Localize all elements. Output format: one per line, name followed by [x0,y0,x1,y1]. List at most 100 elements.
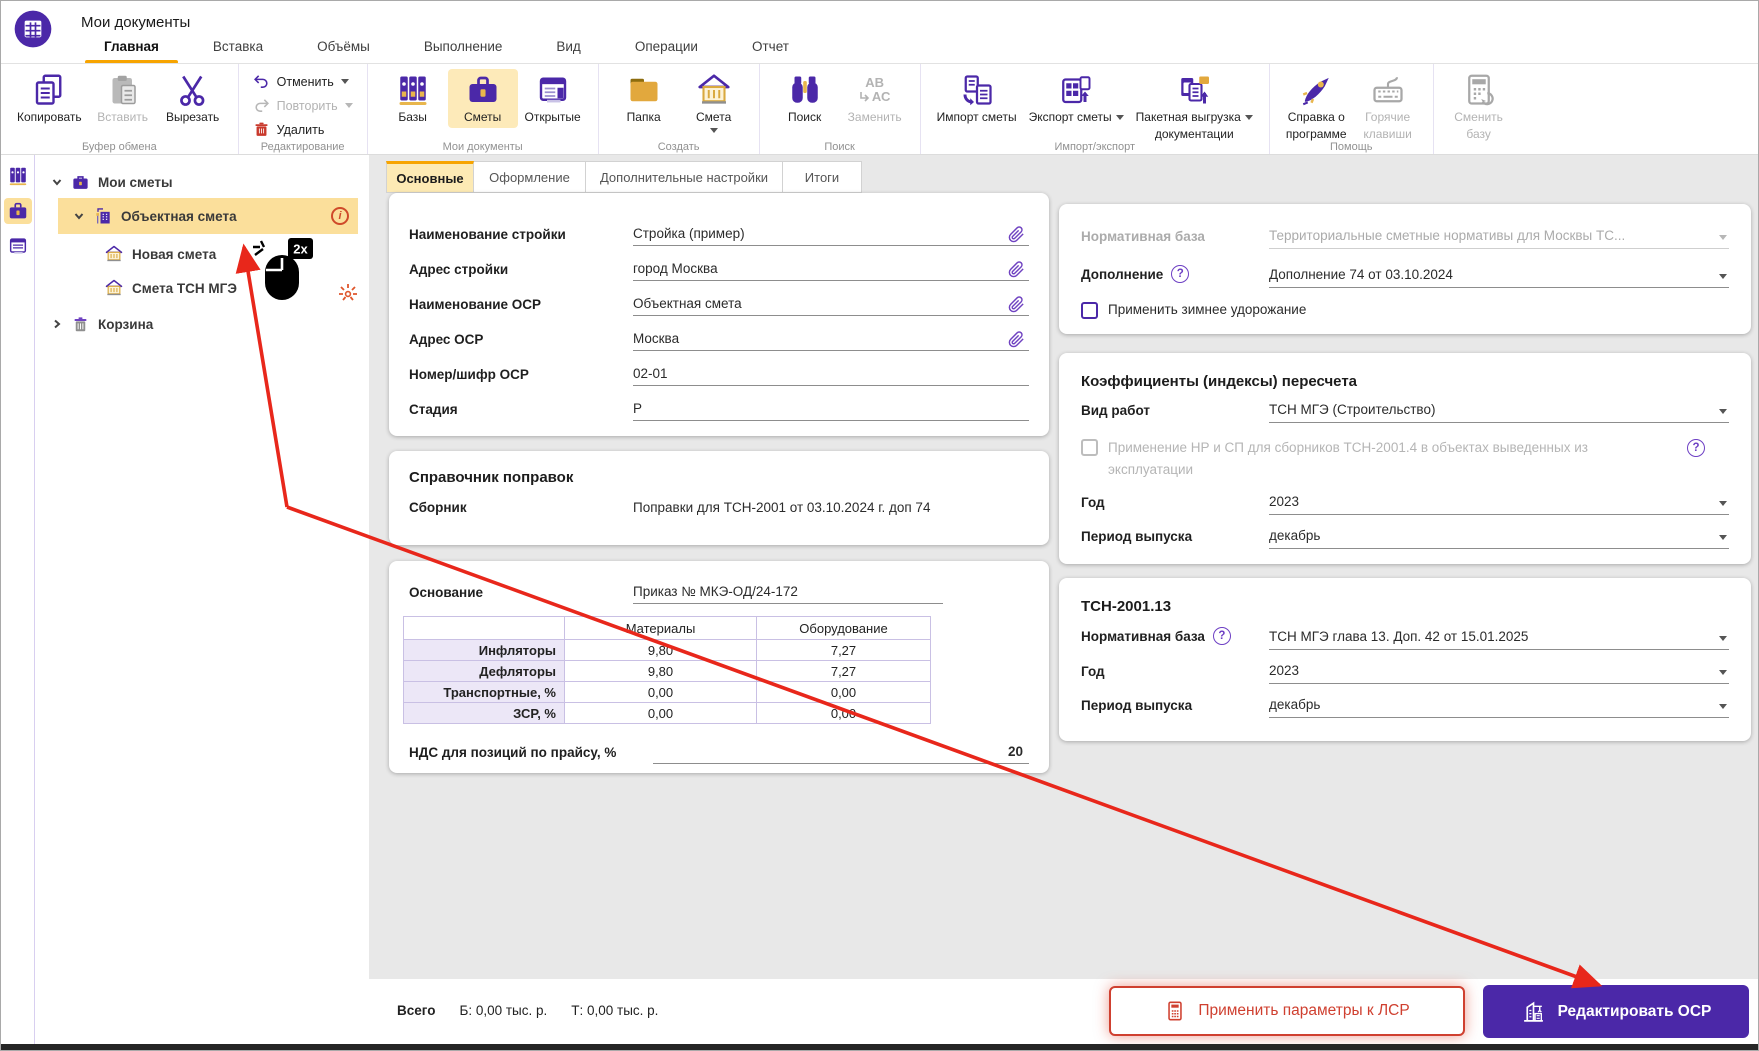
ribbon-tab-bar: Главная Вставка Объёмы Выполнение Вид Оп… [77,35,816,64]
copy-icon [36,74,62,105]
cell-value[interactable]: 7,27 [756,660,931,682]
main-fields-card: Наименование стройки Стройка (пример) Ад… [389,193,1049,436]
export-caret[interactable] [1115,115,1124,121]
chevron-down-icon[interactable] [1719,501,1727,507]
cell-value[interactable]: 7,27 [756,639,931,661]
apply-parameters-button[interactable]: Применить параметры к ЛСР [1109,986,1465,1036]
info-icon[interactable]: i [331,207,349,225]
cell-value[interactable]: 0,00 [564,702,757,724]
about-button[interactable]: Справка о программе [1280,69,1353,145]
tsn-title: ТСН-2001.13 [1081,598,1172,615]
cell-value[interactable]: 9,80 [564,660,757,682]
create-estimate-button[interactable]: Смета [679,69,749,136]
cell-value[interactable]: 9,80 [564,639,757,661]
tree-item-trash[interactable]: Корзина [51,310,153,338]
chevron-down-icon[interactable] [51,176,63,188]
winter-checkbox[interactable] [1081,302,1098,319]
osr-name-field[interactable]: Объектная смета [633,296,1029,316]
rail-estimates-button[interactable] [3,198,32,224]
ribbon-tab-operations[interactable]: Операции [608,35,725,63]
briefcase-small-icon [73,175,88,189]
tree-item-new-estimate[interactable]: Новая смета [104,240,216,268]
batch-export-caret[interactable] [1244,115,1253,121]
vat-field[interactable]: 20 [653,744,1029,764]
stage-field[interactable]: Р [633,401,1029,421]
work-type-row: Вид работ ТСН МГЭ (Строительство) [1081,402,1729,423]
ribbon-tab-execution[interactable]: Выполнение [397,35,530,63]
addition-dropdown[interactable]: Дополнение 74 от 03.10.2024 [1269,267,1729,288]
help-icon[interactable]: ? [1212,627,1231,645]
export-estimate-button[interactable]: Экспорт сметы [1023,69,1130,128]
chevron-down-icon[interactable] [1719,409,1727,414]
cell-value[interactable]: 0,00 [756,702,931,724]
chevron-right-icon[interactable] [51,318,63,330]
osr-number-field[interactable]: 02-01 [633,366,1029,386]
group-label-clipboard: Буфер обмена [81,141,157,153]
ribbon-tab-view[interactable]: Вид [529,35,607,63]
toolbar-group-importexport: Импорт сметы Экспорт сметы Пакетная выгр… [921,64,1270,154]
paperclip-icon[interactable] [1008,261,1025,278]
normative-base-row: Нормативная база Территориальные сметные… [1081,228,1729,249]
rail-bases-button[interactable] [4,163,32,189]
import-estimate-button[interactable]: Импорт сметы [931,69,1023,128]
tsn-period-dropdown[interactable]: декабрь [1269,697,1729,718]
ribbon-tab-report[interactable]: Отчет [725,35,816,63]
help-icon[interactable]: ? [1171,265,1190,283]
ribbon-tab-insert[interactable]: Вставка [186,35,290,63]
toolbar-group-changebase: Сменить базу [1434,64,1524,154]
paperclip-icon[interactable] [1008,296,1025,313]
create-estimate-caret[interactable] [709,127,718,133]
construction-address-field[interactable]: город Москва [633,261,1029,281]
ribbon-tab-main[interactable]: Главная [77,35,186,64]
chevron-down-icon[interactable] [1719,636,1727,641]
paperclip-icon[interactable] [1008,331,1025,348]
chevron-down-icon[interactable] [1719,274,1727,279]
edit-osr-button[interactable]: Редактировать ОСР [1483,985,1749,1038]
tree-item-my-estimates[interactable]: Мои сметы [51,168,173,196]
basis-field[interactable]: Приказ № МКЭ-ОД/24-172 [633,584,943,604]
chevron-down-icon[interactable] [1719,535,1727,541]
ribbon-tab-volumes[interactable]: Объёмы [290,35,397,63]
work-type-dropdown[interactable]: ТСН МГЭ (Строительство) [1269,402,1729,423]
cut-button[interactable]: Вырезать [158,69,228,128]
create-folder-button[interactable]: Папка [609,69,679,128]
tsn-year-dropdown[interactable]: 2023 [1269,663,1729,684]
keyboard-icon [1372,76,1403,103]
tree-item-object-estimate-selected[interactable]: Объектная смета i [58,198,358,234]
field-row: Адрес стройки город Москва [409,246,1029,281]
undo-dropdown-caret[interactable] [340,79,349,84]
construction-name-field[interactable]: Стройка (пример) [633,226,1029,246]
tab-design[interactable]: Оформление [474,161,586,193]
chevron-down-icon[interactable] [1719,704,1727,709]
cell-value[interactable]: 0,00 [564,681,757,703]
group-label-find: Поиск [824,141,855,153]
opened-button[interactable]: Открытые [518,69,588,128]
tab-advanced-settings[interactable]: Дополнительные настройки [586,161,783,193]
help-icon[interactable]: ? [1687,439,1705,457]
batch-export-button[interactable]: Пакетная выгрузка документации [1130,69,1259,145]
winter-checkbox-row[interactable]: Применить зимнее удорожание [1081,302,1729,319]
tsn-normative-dropdown[interactable]: ТСН МГЭ глава 13. Доп. 42 от 15.01.2025 [1269,629,1729,650]
search-button[interactable]: Поиск [770,69,840,128]
undo-button[interactable]: Отменить [249,71,357,92]
cell-value[interactable]: 0,00 [756,681,931,703]
tree-item-tsn-mge-estimate[interactable]: Смета ТСН МГЭ [104,274,237,302]
estimates-button[interactable]: Сметы [447,69,518,128]
chevron-down-icon[interactable] [1719,670,1727,675]
copy-button[interactable]: Копировать [11,69,88,128]
tab-main[interactable]: Основные [386,161,474,193]
paperclip-icon[interactable] [1008,226,1025,243]
table-row: ЗСР, % 0,00 0,00 [403,702,931,724]
period-dropdown[interactable]: декабрь [1269,528,1729,550]
year-dropdown[interactable]: 2023 [1269,494,1729,516]
house-icon [105,279,123,296]
chevron-down-icon[interactable] [73,210,85,222]
osr-address-field[interactable]: Москва [633,331,1029,351]
bases-button[interactable]: Базы [378,69,448,128]
delete-button[interactable]: Удалить [249,119,357,140]
footer-bar: Всего Б: 0,00 тыс. р. Т: 0,00 тыс. р. Пр… [369,979,1758,1044]
col-equipment: Оборудование [756,616,931,640]
collection-value[interactable]: Поправки для ТСН-2001 от 03.10.2024 г. д… [633,500,930,515]
rail-opened-button[interactable] [4,233,32,259]
tab-totals[interactable]: Итоги [783,161,862,193]
